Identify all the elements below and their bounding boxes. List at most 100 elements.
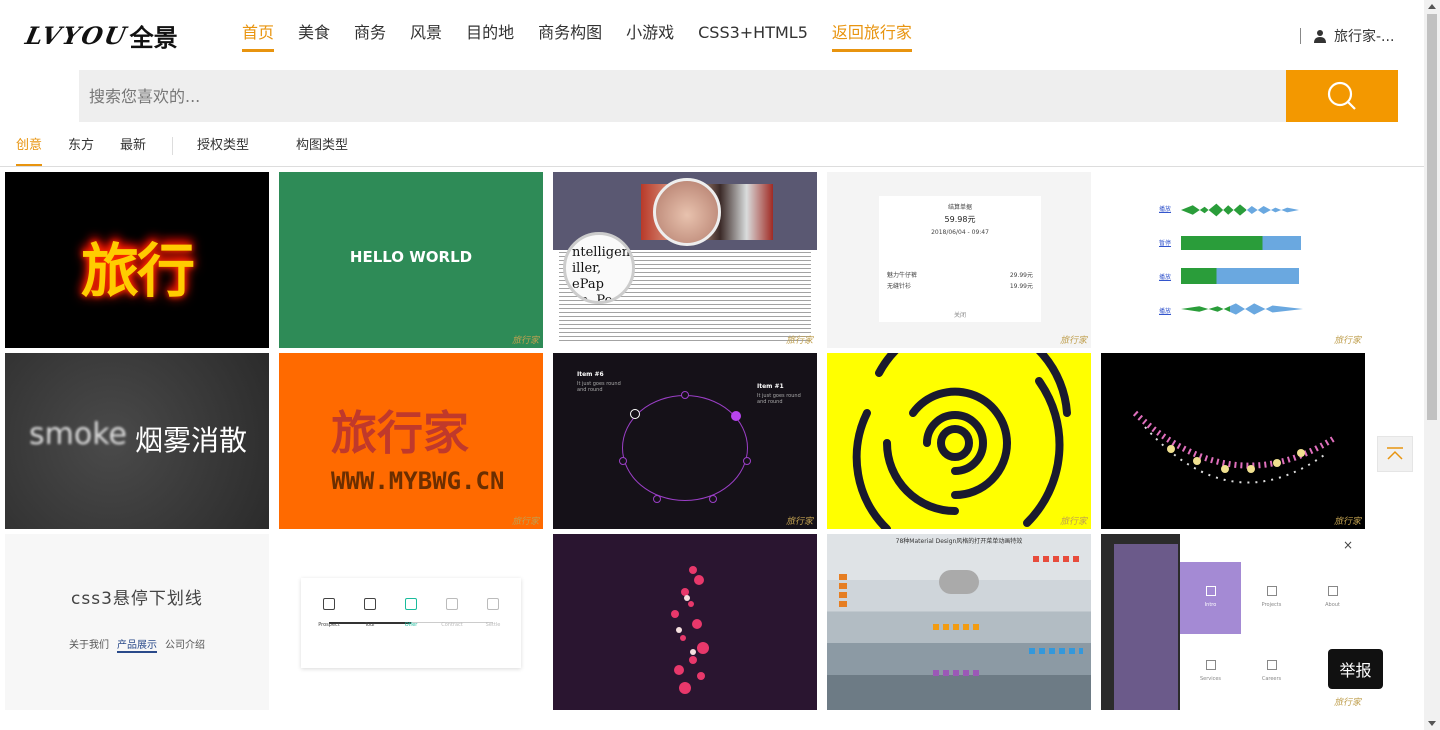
spinner-graphic	[852, 353, 1071, 529]
card-text: WWW.MYBWG.CN	[331, 467, 505, 495]
thumbnail-card-progress-steps[interactable]: Prospect Tour Offer Contract Settle	[279, 534, 543, 710]
thumbnail-card-bubbles[interactable]	[553, 534, 817, 710]
back-to-top-button[interactable]	[1377, 436, 1413, 472]
menu-dot-row	[839, 574, 847, 608]
tab-creative[interactable]: 创意	[16, 137, 43, 166]
receipt-row-label: 魅力牛仔裤	[887, 272, 918, 279]
search-input[interactable]	[79, 70, 1286, 122]
item-label: Item #1	[757, 383, 784, 390]
wave-row: 播放	[1159, 274, 1172, 281]
card-text: HELLO WORLD	[349, 248, 473, 266]
watermark: 旅行家	[511, 336, 539, 346]
nav-item[interactable]: 首页	[242, 22, 275, 52]
step-label: Contract	[441, 622, 463, 628]
menu-dot-row	[1029, 648, 1083, 654]
sparkle-graphic	[1132, 410, 1335, 484]
receipt-amount: 59.98元	[944, 215, 976, 224]
magnifier-lens	[653, 178, 721, 246]
bubbles-graphic	[671, 566, 709, 694]
circle-track	[622, 395, 748, 501]
chevron-up-icon	[1387, 447, 1403, 460]
card-text: 烟雾消散	[135, 424, 248, 457]
thumbnail-card-sidebar-menu[interactable]: × Intro Projects About Services Careers 旅行家	[1101, 534, 1365, 710]
divider	[172, 137, 173, 155]
receipt-row-value: 29.99元	[1009, 272, 1033, 279]
step-icon	[487, 598, 499, 610]
steps-panel: Prospect Tour Offer Contract Settle	[301, 578, 521, 668]
circle-dot	[630, 409, 640, 419]
thumbnail-card-sparkle-chain[interactable]: 旅行家	[1101, 353, 1365, 529]
item-label: Item #6	[577, 371, 604, 378]
circle-dot	[653, 495, 661, 503]
nav-item[interactable]: 返回旅行家	[831, 22, 912, 52]
logo-latin: LVYOU	[22, 20, 131, 50]
nav-item[interactable]: 美食	[298, 22, 330, 52]
tab-latest[interactable]: 最新	[120, 137, 146, 155]
step-label: Settle	[485, 622, 501, 628]
thumbnail-card-spinner[interactable]: 旅行家	[827, 353, 1091, 529]
circle-dot	[743, 457, 751, 465]
report-button[interactable]: 举报	[1328, 649, 1383, 689]
item-sub: It just goes round and round	[757, 393, 801, 405]
thumbnail-card-circle-menu[interactable]: Item #6 It just goes round and round Ite…	[553, 353, 817, 529]
tile-icon	[1205, 586, 1216, 596]
page-scrollbar[interactable]	[1424, 0, 1440, 730]
user-menu[interactable]: 旅行家-...	[1300, 26, 1394, 46]
thumbnail-card-hello-world[interactable]: HELLO WORLD 旅行家	[279, 172, 543, 348]
card-title: css3悬停下划线	[71, 589, 203, 609]
main-nav: 首页 美食 商务 风景 目的地 商务构图 小游戏 CSS3+HTML5 返回旅行家	[242, 22, 912, 52]
thumbnail-card-travel-brand[interactable]: 旅行家 WWW.MYBWG.CN 旅行家	[279, 353, 543, 529]
composition-type-dropdown[interactable]: 构图类型	[296, 137, 348, 155]
thumbnail-card-smoke[interactable]: smoke 烟雾消散	[5, 353, 269, 529]
scroll-thumb[interactable]	[1427, 14, 1437, 420]
item-sub: It just goes round and round	[577, 381, 621, 393]
top-header: LVYOU 全景 首页 美食 商务 风景 目的地 商务构图 小游戏 CSS3+HTML5 返回旅…	[0, 0, 1424, 70]
watermark: 旅行家	[511, 517, 539, 527]
step-label: Prospect	[318, 622, 340, 628]
card-title: 78种Material Design风格的打开菜单动画特效	[895, 538, 1023, 545]
thumbnail-card-material-menus[interactable]: 78种Material Design风格的打开菜单动画特效	[827, 534, 1091, 710]
scroll-up-arrow[interactable]	[1428, 4, 1436, 9]
watermark: 旅行家	[1059, 336, 1087, 346]
thumbnail-card-fire-text[interactable]: 旅行	[5, 172, 269, 348]
nav-item[interactable]: 目的地	[466, 22, 514, 52]
nav-item[interactable]: 风景	[410, 22, 442, 52]
scroll-down-arrow[interactable]	[1428, 721, 1436, 726]
menu-dial	[939, 570, 979, 594]
tile-icon	[1327, 586, 1338, 596]
wave-row: 暂停	[1159, 240, 1172, 247]
card-text: smoke	[29, 417, 127, 452]
user-icon	[1314, 30, 1326, 43]
demo-link: 关于我们	[69, 640, 109, 651]
nav-item[interactable]: 商务构图	[538, 22, 602, 52]
license-type-dropdown[interactable]: 授权类型	[197, 137, 249, 155]
menu-tile: Projects	[1241, 562, 1302, 634]
menu-tile: Intro	[1180, 562, 1241, 634]
watermark: 旅行家	[785, 517, 813, 527]
waveform	[1181, 203, 1299, 217]
step-label: Tour	[364, 622, 376, 628]
circle-dot	[681, 391, 689, 399]
menu-tile: Services	[1180, 636, 1241, 708]
thumbnail-card-magnifier[interactable]: ntelligent iller, ePap op, Poc 旅行家	[553, 172, 817, 348]
tab-oriental[interactable]: 东方	[68, 137, 94, 155]
menu-tile: About	[1302, 562, 1363, 634]
search-button[interactable]	[1286, 70, 1398, 122]
waveform	[1181, 268, 1299, 284]
waveform	[1181, 303, 1303, 315]
nav-item[interactable]: CSS3+HTML5	[698, 22, 808, 52]
thumbnail-card-audio-waves[interactable]: 播放 暂停 播放 播放 旅行家	[1101, 172, 1365, 348]
step-icon	[364, 598, 376, 610]
step-item: Prospect	[309, 598, 349, 628]
nav-item[interactable]: 商务	[354, 22, 386, 52]
thumbnail-card-receipt[interactable]: 结算单据 59.98元 2018/06/04 - 09:47 魅力牛仔裤 29.9…	[827, 172, 1091, 348]
receipt-row-label: 无缝针衫	[887, 283, 912, 290]
thumbnail-card-hover-underline[interactable]: css3悬停下划线 关于我们 产品展示 公司介绍	[5, 534, 269, 710]
tile-icon	[1266, 660, 1277, 670]
step-item: Tour	[350, 598, 390, 628]
nav-item[interactable]: 小游戏	[626, 22, 674, 52]
waveform	[1181, 236, 1301, 250]
receipt-footer: 关闭	[953, 312, 966, 319]
tile-label: About	[1325, 602, 1340, 608]
site-logo[interactable]: LVYOU 全景	[22, 20, 178, 52]
